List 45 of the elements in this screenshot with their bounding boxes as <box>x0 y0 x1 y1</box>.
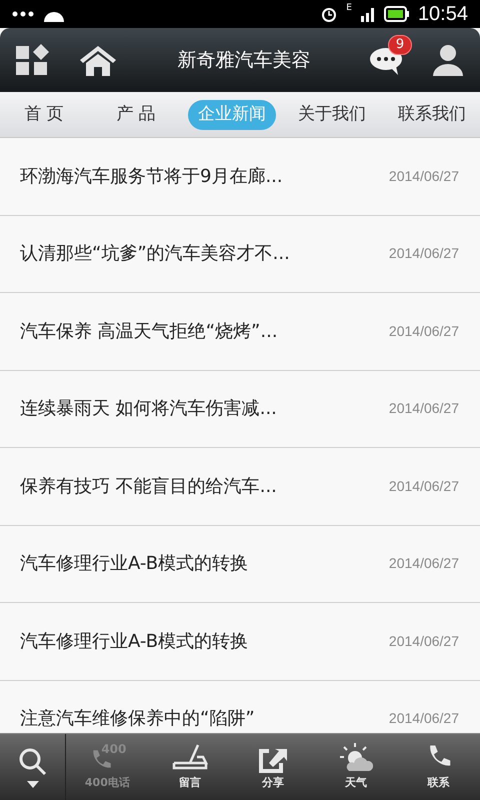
battery-icon <box>384 6 410 22</box>
news-date: 2014/06/27 <box>388 476 459 496</box>
news-item[interactable]: 认清那些“坑爹”的汽车美容才不... 2014/06/27 <box>0 216 480 293</box>
news-item[interactable]: 汽车修理行业A-B模式的转换 2014/06/27 <box>0 526 480 603</box>
news-date: 2014/06/27 <box>388 166 459 186</box>
news-date: 2014/06/27 <box>388 632 459 651</box>
caret-icon <box>26 780 38 788</box>
toolbar-button[interactable]: 分享 <box>232 734 314 800</box>
notification-badge: 9 <box>388 35 412 55</box>
news-item[interactable]: 汽车保养 高温天气拒绝“烧烤”... 2014/06/27 <box>0 293 480 370</box>
news-title: 环渤海汽车服务节将于9月在廊... <box>20 164 283 189</box>
news-title: 注意汽车维修保养中的“陷阱” <box>20 707 255 732</box>
toolbar-button[interactable]: 联系 <box>397 734 480 800</box>
news-title: 汽车修理行业A-B模式的转换 <box>20 630 248 654</box>
nav-tab[interactable]: 首 页 <box>4 100 84 130</box>
news-item[interactable]: 汽车修理行业A-B模式的转换 2014/06/27 <box>0 603 480 680</box>
signal-icon <box>360 6 376 22</box>
alarm-icon <box>320 5 338 23</box>
app-title: 新奇雅汽车美容 <box>176 48 312 73</box>
toolbar-button[interactable]: 天气 <box>314 734 398 800</box>
toolbar-button[interactable]: 留言 <box>148 734 232 800</box>
news-item[interactable]: 连续暴雨天 如何将汽车伤害减... 2014/06/27 <box>0 370 480 448</box>
news-title: 连续暴雨天 如何将汽车伤害减... <box>20 397 277 422</box>
search-icon <box>18 746 48 776</box>
home-icon[interactable] <box>78 44 118 76</box>
clock-text: 10:54 <box>418 2 468 27</box>
news-date: 2014/06/27 <box>388 322 459 341</box>
apps-icon[interactable] <box>16 44 50 76</box>
weather-icon <box>338 742 373 773</box>
nav-tab[interactable]: 产 品 <box>96 100 176 130</box>
news-title: 汽车修理行业A-B模式的转换 <box>20 552 248 576</box>
nav-tab[interactable]: 联系我们 <box>388 100 476 130</box>
nav-tab[interactable]: 关于我们 <box>288 100 376 130</box>
news-item[interactable]: 保养有技巧 不能盲目的给汽车... 2014/06/27 <box>0 448 480 526</box>
news-item[interactable]: 环渤海汽车服务节将于9月在廊... 2014/06/27 <box>0 138 480 216</box>
news-title: 认清那些“坑爹”的汽车美容才不... <box>20 242 290 266</box>
user-icon[interactable] <box>432 44 464 76</box>
news-title: 汽车保养 高温天气拒绝“烧烤”... <box>20 320 278 344</box>
news-date: 2014/06/27 <box>388 399 459 418</box>
news-date: 2014/06/27 <box>388 709 459 728</box>
network-type-text: E <box>346 4 352 13</box>
news-date: 2014/06/27 <box>388 244 459 264</box>
news-date: 2014/06/27 <box>388 554 459 574</box>
news-title: 保养有技巧 不能盲目的给汽车... <box>20 474 277 499</box>
more-icon <box>12 11 34 17</box>
